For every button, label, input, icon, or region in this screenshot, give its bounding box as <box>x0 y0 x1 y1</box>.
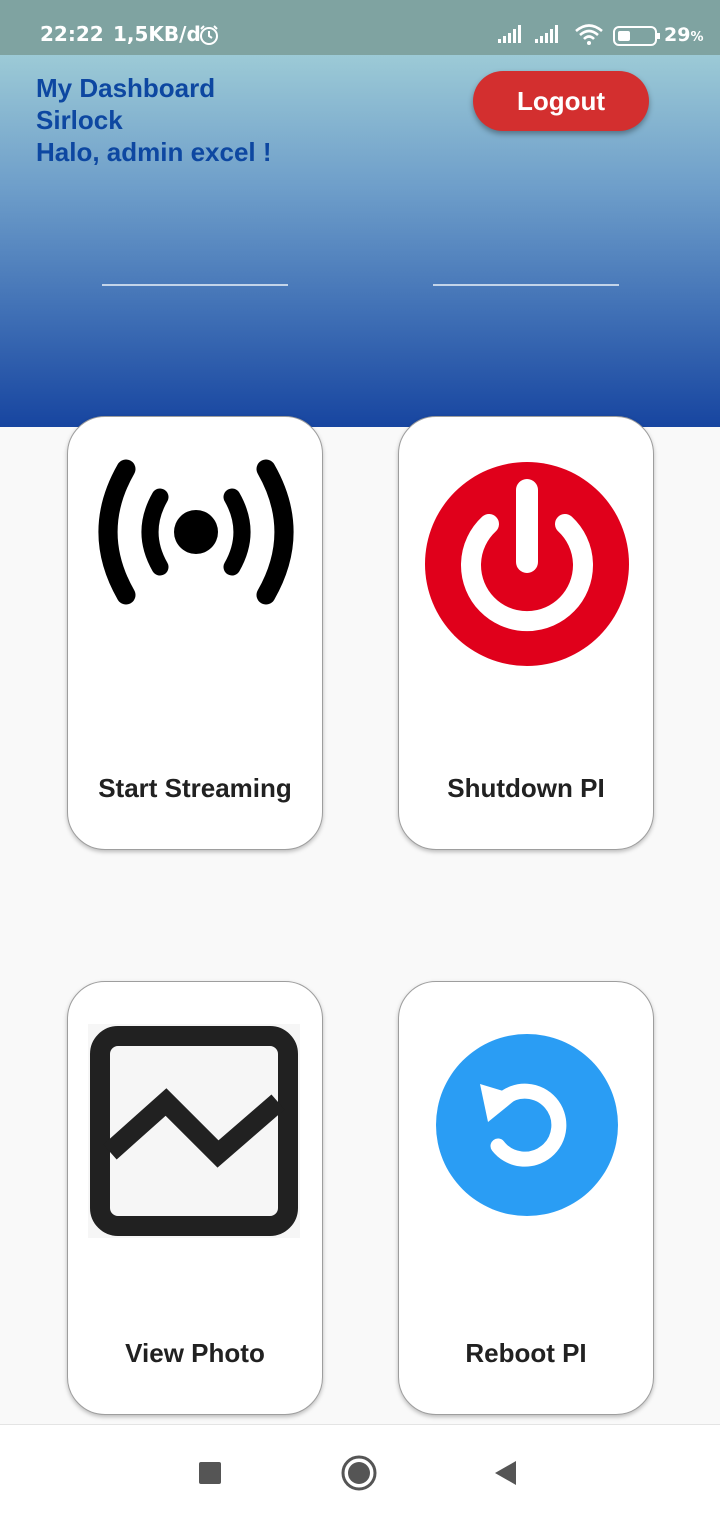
photo-icon <box>88 1024 300 1243</box>
network-speed: 1,5KB/d <box>113 22 201 46</box>
signal-icon <box>535 25 563 47</box>
back-icon[interactable] <box>494 1460 518 1491</box>
page-title: My Dashboard <box>36 73 216 103</box>
signal-icon <box>498 25 526 47</box>
app-name: Sirlock <box>36 105 123 135</box>
dashboard-header: My Dashboard Sirlock Halo, admin excel !… <box>0 55 720 427</box>
status-bar: 22:22 1,5KB/d 29% <box>0 0 720 55</box>
home-icon[interactable] <box>341 1455 377 1496</box>
battery-level: 29% <box>664 24 704 46</box>
wifi-icon <box>574 23 604 49</box>
start-streaming-card[interactable]: Start Streaming <box>67 416 323 850</box>
status-time: 22:22 <box>40 22 104 46</box>
recents-icon[interactable] <box>199 1462 221 1484</box>
start-streaming-label: Start Streaming <box>98 773 292 803</box>
reboot-icon <box>436 1034 618 1221</box>
power-icon <box>425 462 629 671</box>
logout-button[interactable]: Logout <box>473 71 649 131</box>
system-navigation-bar <box>0 1424 720 1520</box>
shutdown-pi-card[interactable]: Shutdown PI <box>398 416 654 850</box>
battery-icon <box>613 25 661 51</box>
divider-right <box>433 284 619 286</box>
reboot-pi-label: Reboot PI <box>465 1338 587 1368</box>
view-photo-label: View Photo <box>125 1338 265 1368</box>
greeting-text: Halo, admin excel ! <box>36 137 272 167</box>
shutdown-pi-label: Shutdown PI <box>447 773 605 803</box>
alarm-icon <box>198 24 220 50</box>
header-titles: My Dashboard Sirlock Halo, admin excel ! <box>36 72 272 168</box>
view-photo-card[interactable]: View Photo <box>67 981 323 1415</box>
broadcast-icon <box>88 457 304 612</box>
reboot-pi-card[interactable]: Reboot PI <box>398 981 654 1415</box>
divider-left <box>102 284 288 286</box>
